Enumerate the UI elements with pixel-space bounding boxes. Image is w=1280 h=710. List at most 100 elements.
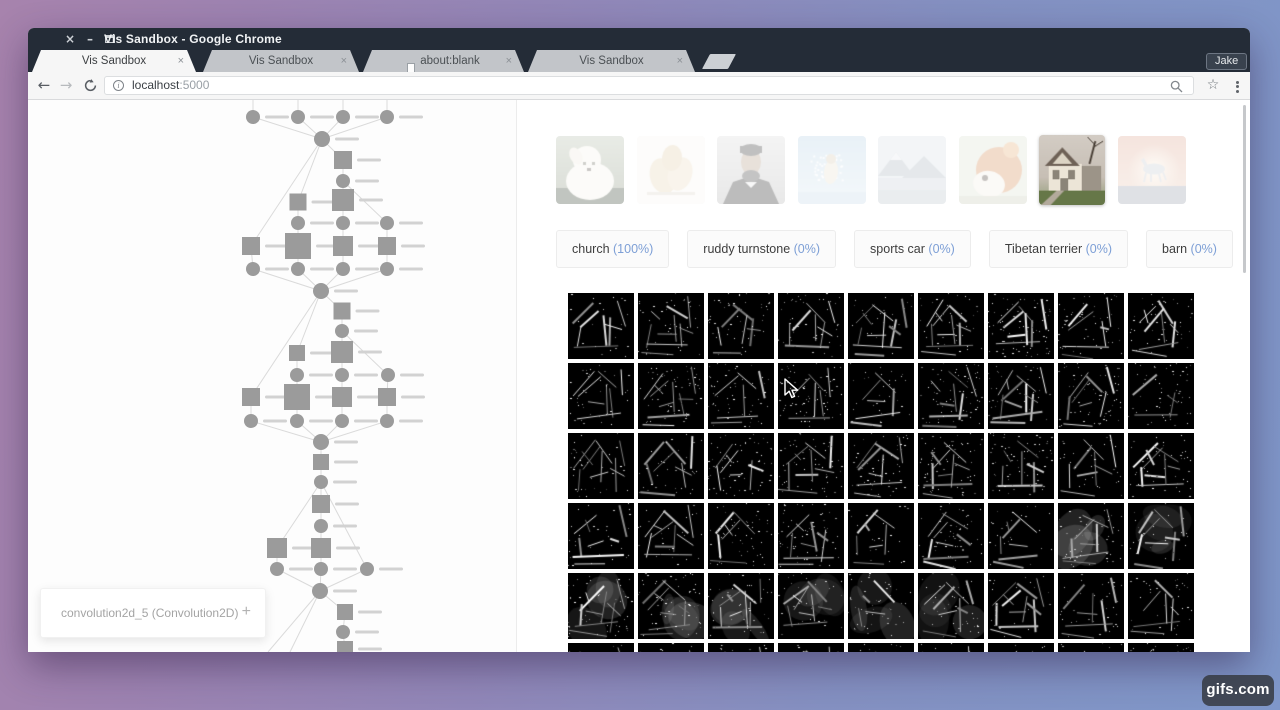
feature-map-cell[interactable] — [708, 293, 774, 359]
feature-map-cell[interactable] — [1058, 293, 1124, 359]
prediction-card-tibetan-terrier[interactable]: Tibetan terrier (0%) — [989, 230, 1128, 268]
feature-map-cell[interactable] — [568, 293, 634, 359]
feature-map-cell[interactable] — [848, 363, 914, 429]
feature-map-cell[interactable] — [918, 363, 984, 429]
window-minimize-button[interactable]: – — [81, 28, 99, 50]
graph-conv-node[interactable] — [285, 233, 311, 259]
graph-layer-node[interactable] — [291, 216, 305, 230]
back-button[interactable]: ← — [34, 72, 54, 100]
feature-map-cell[interactable] — [1128, 363, 1194, 429]
graph-conv-node[interactable] — [290, 194, 307, 211]
graph-layer-node[interactable] — [290, 368, 304, 382]
graph-layer-node[interactable] — [244, 414, 258, 428]
graph-layer-node[interactable] — [270, 562, 284, 576]
graph-conv-node[interactable] — [332, 387, 352, 407]
input-image-mountain-lake[interactable] — [878, 136, 946, 204]
graph-layer-node[interactable] — [314, 131, 330, 147]
feature-map-cell[interactable] — [1058, 643, 1124, 652]
graph-layer-node[interactable] — [313, 434, 329, 450]
input-image-white-dog[interactable] — [556, 136, 624, 204]
graph-layer-node[interactable] — [336, 625, 350, 639]
input-image-house[interactable] — [1039, 135, 1105, 205]
graph-conv-node[interactable] — [311, 538, 331, 558]
prediction-card-ruddy-turnstone[interactable]: ruddy turnstone (0%) — [687, 230, 836, 268]
feature-map-cell[interactable] — [778, 573, 844, 639]
new-tab-button[interactable] — [702, 54, 736, 69]
graph-layer-node[interactable] — [291, 110, 305, 124]
feature-map-cell[interactable] — [638, 503, 704, 569]
prediction-card-barn[interactable]: barn (0%) — [1146, 230, 1233, 268]
url-bar[interactable]: i localhost:5000 — [104, 76, 1194, 95]
prediction-card-church[interactable]: church (100%) — [556, 230, 669, 268]
graph-conv-node[interactable] — [332, 189, 354, 211]
graph-layer-node[interactable] — [360, 562, 374, 576]
feature-map-cell[interactable] — [988, 643, 1054, 652]
window-close-button[interactable]: × — [61, 28, 79, 50]
model-graph-pane[interactable]: convolution2d_5 (Convolution2D) + — [28, 100, 516, 652]
feature-map-cell[interactable] — [918, 573, 984, 639]
graph-conv-node[interactable] — [334, 151, 352, 169]
feature-map-cell[interactable] — [848, 573, 914, 639]
graph-conv-node[interactable] — [242, 237, 260, 255]
graph-conv-node[interactable] — [267, 538, 287, 558]
feature-map-cell[interactable] — [988, 363, 1054, 429]
graph-layer-node[interactable] — [312, 583, 328, 599]
feature-map-cell[interactable] — [708, 433, 774, 499]
input-image-bird-on-blue[interactable] — [798, 136, 866, 204]
input-image-horse-sunset[interactable] — [1118, 136, 1186, 204]
feature-map-cell[interactable] — [988, 293, 1054, 359]
feature-map-cell[interactable] — [638, 433, 704, 499]
graph-layer-node[interactable] — [336, 216, 350, 230]
graph-layer-node[interactable] — [246, 262, 260, 276]
feature-map-cell[interactable] — [568, 573, 634, 639]
feature-map-cell[interactable] — [778, 503, 844, 569]
feature-map-cell[interactable] — [568, 433, 634, 499]
graph-layer-node[interactable] — [291, 262, 305, 276]
feature-map-cell[interactable] — [1128, 293, 1194, 359]
feature-map-cell[interactable] — [918, 433, 984, 499]
prediction-card-sports-car[interactable]: sports car (0%) — [854, 230, 971, 268]
add-layer-button[interactable]: + — [242, 589, 251, 635]
graph-conv-node[interactable] — [378, 237, 396, 255]
feature-map-cell[interactable] — [848, 643, 914, 652]
graph-conv-node[interactable] — [242, 388, 260, 406]
feature-map-cell[interactable] — [1058, 363, 1124, 429]
graph-layer-node[interactable] — [335, 368, 349, 382]
feature-map-cell[interactable] — [1128, 503, 1194, 569]
feature-map-cell[interactable] — [568, 363, 634, 429]
tab-vis-sandbox[interactable]: Vis Sandbox× — [528, 50, 695, 72]
bookmark-star-icon[interactable]: ☆ — [1202, 72, 1224, 100]
page-scrollbar[interactable] — [1243, 105, 1246, 273]
search-icon[interactable] — [1170, 80, 1183, 98]
feature-map-cell[interactable] — [1058, 573, 1124, 639]
feature-map-cell[interactable] — [638, 573, 704, 639]
graph-conv-node[interactable] — [331, 341, 353, 363]
tab-close-icon[interactable]: × — [341, 50, 347, 72]
graph-conv-node[interactable] — [289, 345, 305, 361]
feature-map-cell[interactable] — [918, 293, 984, 359]
feature-map-cell[interactable] — [1128, 433, 1194, 499]
feature-map-cell[interactable] — [988, 503, 1054, 569]
feature-map-cell[interactable] — [568, 643, 634, 652]
browser-menu-icon[interactable] — [1230, 79, 1244, 93]
graph-layer-node[interactable] — [336, 262, 350, 276]
graph-conv-node[interactable] — [313, 454, 329, 470]
tab-close-icon[interactable]: × — [677, 50, 683, 72]
graph-conv-node[interactable] — [337, 604, 353, 620]
input-image-red-panda[interactable] — [959, 136, 1027, 204]
feature-map-cell[interactable] — [708, 503, 774, 569]
feature-map-cell[interactable] — [708, 573, 774, 639]
graph-layer-node[interactable] — [314, 562, 328, 576]
graph-layer-node[interactable] — [380, 110, 394, 124]
feature-map-cell[interactable] — [568, 503, 634, 569]
graph-layer-node[interactable] — [246, 110, 260, 124]
graph-layer-node[interactable] — [380, 216, 394, 230]
tab-vis-sandbox[interactable]: Vis Sandbox× — [203, 50, 359, 72]
graph-layer-node[interactable] — [380, 262, 394, 276]
graph-layer-node[interactable] — [335, 324, 349, 338]
tab-about-blank[interactable]: about:blank× — [363, 50, 524, 72]
feature-map-cell[interactable] — [1058, 433, 1124, 499]
page-info-icon[interactable]: i — [113, 80, 124, 91]
feature-map-cell[interactable] — [638, 643, 704, 652]
feature-map-cell[interactable] — [988, 433, 1054, 499]
